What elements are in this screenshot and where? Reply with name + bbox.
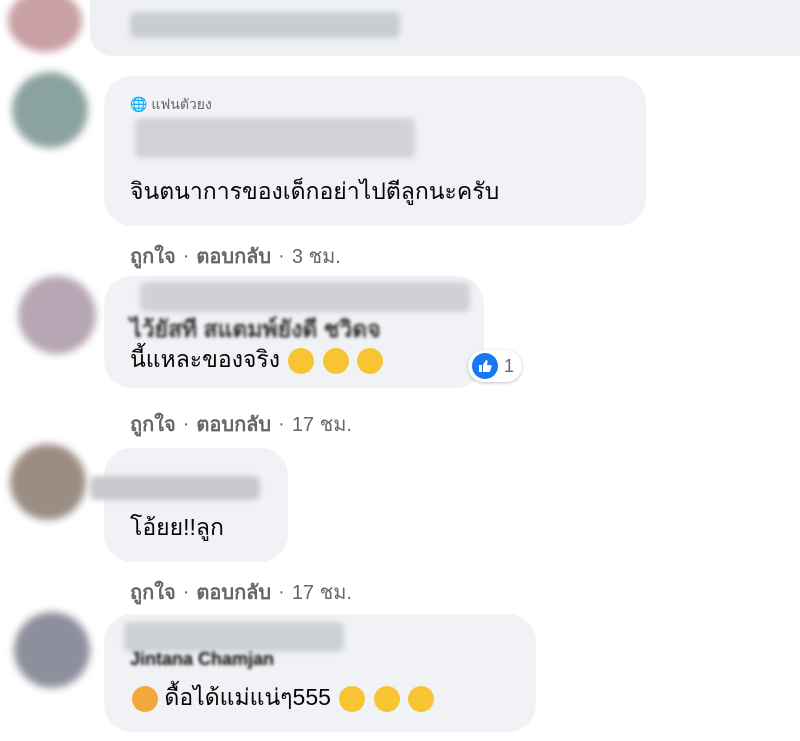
like-button[interactable]: ถูกใจ <box>130 240 176 272</box>
separator: · <box>278 580 285 603</box>
comment-bubble <box>104 448 288 562</box>
blurred-name <box>135 118 415 158</box>
globe-icon: 🌐 <box>130 96 148 112</box>
blurred-name <box>90 476 260 500</box>
top-fan-badge[interactable]: 🌐 แฟนตัวยง <box>130 94 212 116</box>
drooling-face-emoji-icon <box>339 685 366 712</box>
comment-text: นี้แหละของจริง <box>130 344 384 374</box>
avatar[interactable] <box>8 0 82 52</box>
comment-text-line: ไว้ยัสที สแตมพ์ยังดี ชวิดจ <box>130 316 381 342</box>
squinting-tongue-emoji-icon <box>132 685 158 712</box>
comment-text: โอ้ยย!!ลูก <box>130 514 224 540</box>
comment-text-line: นี้แหละของจริง <box>130 346 280 372</box>
comment-text: ดื้อได้แม่แน่ๆ555 <box>130 682 435 712</box>
timestamp[interactable]: 17 ชม. <box>292 576 352 608</box>
badge-label: แฟนตัวยง <box>151 96 212 112</box>
separator: · <box>182 412 190 435</box>
reply-button[interactable]: ตอบกลับ <box>196 576 271 608</box>
like-button[interactable]: ถูกใจ <box>130 408 176 440</box>
blurred-name <box>130 12 400 38</box>
like-button[interactable]: ถูกใจ <box>130 576 176 608</box>
comment-text: จินตนาการของเด็กอย่าไปตีลูกนะครับ <box>130 178 500 204</box>
grinning-face-emoji-icon <box>373 685 400 712</box>
timestamp[interactable]: 3 ชม. <box>292 240 341 272</box>
blurred-name <box>140 282 470 312</box>
comment-actions: ถูกใจ · ตอบกลับ · 3 ชม. <box>130 240 341 272</box>
rolling-laughing-emoji-icon <box>288 347 315 374</box>
separator: · <box>182 244 190 267</box>
avatar[interactable] <box>12 72 88 148</box>
grinning-face-emoji-icon <box>408 685 435 712</box>
separator: · <box>278 244 285 267</box>
rolling-laughing-emoji-icon <box>322 347 349 374</box>
comment-text-body: ดื้อได้แม่แน่ๆ555 <box>164 684 331 710</box>
avatar[interactable] <box>14 612 90 688</box>
comment-actions: ถูกใจ · ตอบกลับ · 17 ชม. <box>130 576 352 608</box>
reply-button[interactable]: ตอบกลับ <box>196 240 271 272</box>
avatar[interactable] <box>18 276 96 354</box>
comment-actions: ถูกใจ · ตอบกลับ · 17 ชม. <box>130 408 352 440</box>
reaction-count: 1 <box>504 355 515 376</box>
avatar[interactable] <box>10 444 86 520</box>
timestamp[interactable]: 17 ชม. <box>292 408 352 440</box>
commenter-name[interactable]: Jintana Chamjan <box>130 644 274 674</box>
separator: · <box>278 412 285 435</box>
reaction-summary[interactable]: 1 <box>468 350 523 382</box>
separator: · <box>182 580 190 603</box>
reply-button[interactable]: ตอบกลับ <box>196 408 271 440</box>
rolling-laughing-emoji-icon <box>357 347 384 374</box>
thumbs-up-icon <box>472 353 498 379</box>
